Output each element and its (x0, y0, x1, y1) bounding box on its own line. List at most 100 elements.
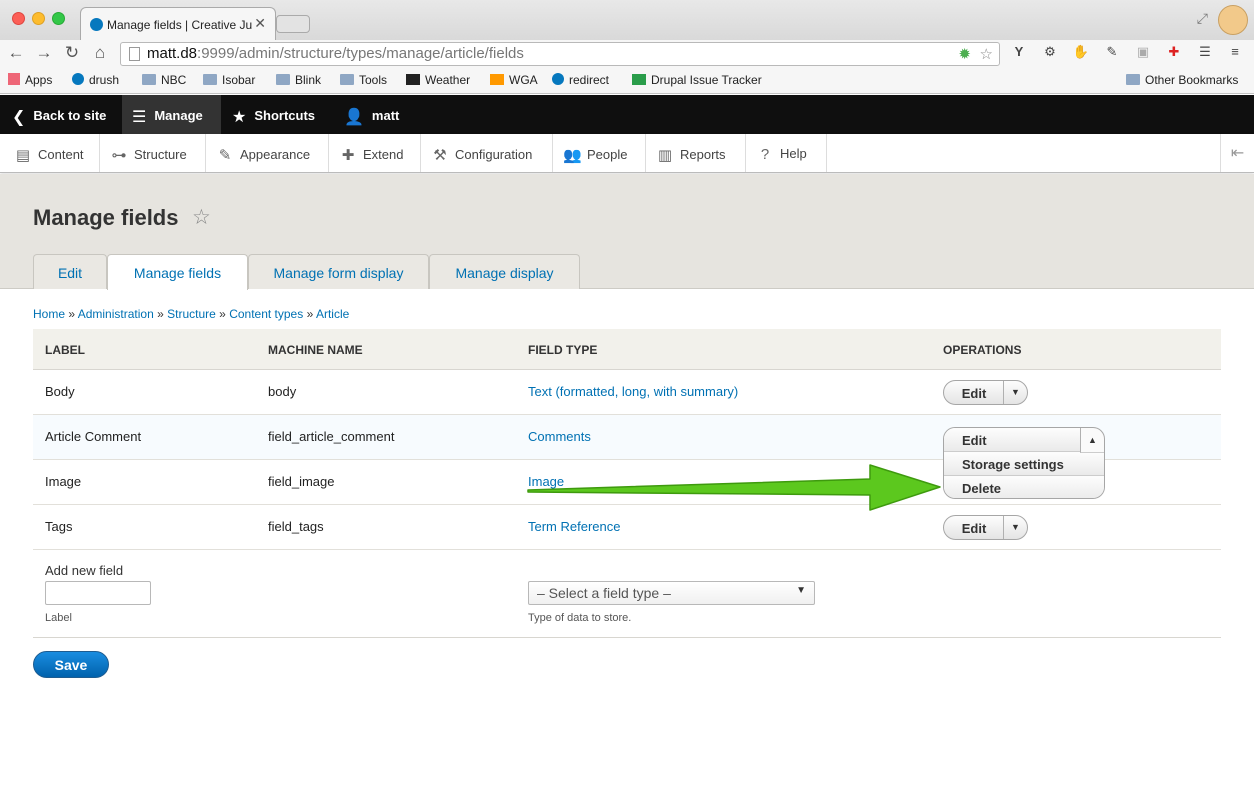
wrench-icon: ⚒ (433, 147, 447, 164)
menu-structure[interactable]: ⊶ Structure (100, 134, 206, 172)
admin-toolbar: ❮ Back to site ☰ Manage ★ Shortcuts 👤 matt (0, 95, 1254, 134)
menu-appearance[interactable]: ✎ Appearance (206, 134, 329, 172)
close-window-button[interactable] (12, 12, 25, 25)
browser-toolbar: ← → ↻ ⌂ matt.d8:9999/admin/structure/typ… (0, 40, 1254, 68)
field-type-link[interactable]: Text (formatted, long, with summary) (528, 384, 738, 399)
y-extension-icon[interactable]: Y (1010, 44, 1028, 62)
breadcrumb-administration[interactable]: Administration (78, 307, 154, 321)
home-icon[interactable]: ⌂ (90, 43, 110, 63)
bar-chart-icon: ▥ (657, 147, 673, 164)
shortcuts-tray-button[interactable]: ★ Shortcuts (232, 95, 315, 134)
bookmark-redirect[interactable]: redirect (552, 73, 609, 87)
minimize-window-button[interactable] (32, 12, 45, 25)
menu-configuration[interactable]: ⚒ Configuration (421, 134, 553, 172)
chrome-menu-icon[interactable]: ≡ (1226, 44, 1244, 62)
add-new-field-row: Add new field Label – Select a field typ… (33, 550, 1221, 638)
field-label: Tags (45, 519, 73, 534)
address-bar[interactable]: matt.d8:9999/admin/structure/types/manag… (120, 42, 1000, 66)
folder-icon (203, 74, 217, 85)
user-icon: 👤 (344, 109, 364, 126)
breadcrumb-home[interactable]: Home (33, 307, 65, 321)
maximize-window-button[interactable] (52, 12, 65, 25)
new-tab-button[interactable] (276, 15, 310, 33)
tab-close-icon[interactable]: ✕ (254, 15, 266, 32)
menu-extend[interactable]: ✚ Extend (329, 134, 421, 172)
breadcrumb-article[interactable]: Article (316, 307, 349, 321)
tab-edit[interactable]: Edit (33, 254, 107, 289)
menu-content[interactable]: ▤ Content (0, 134, 100, 172)
tab-manage-fields[interactable]: Manage fields (107, 254, 248, 290)
apps-grid-icon (8, 73, 20, 85)
admin-menu-tray: ▤ Content ⊶ Structure ✎ Appearance ✚ Extend … (0, 134, 1254, 173)
bookmark-weather[interactable]: Weather (406, 73, 470, 87)
back-circle-icon: ❮ (12, 109, 26, 126)
field-type-select[interactable]: – Select a field type – ▼ (528, 581, 815, 605)
browser-tab-active[interactable]: Manage fields | Creative Ju ✕ (80, 7, 276, 40)
menu-people[interactable]: 👥 People (553, 134, 646, 172)
bookmark-star-icon[interactable]: ☆ (980, 45, 993, 63)
field-machine-name: field_article_comment (268, 429, 395, 444)
dropdown-toggle-icon[interactable]: ▼ (1003, 381, 1027, 404)
stop-extension-icon[interactable]: ✋ (1072, 44, 1090, 62)
page-icon (129, 47, 140, 61)
label-description: Label (45, 612, 72, 624)
manage-tray-button[interactable]: ☰ Manage (122, 95, 221, 134)
paint-brush-icon: ✎ (218, 147, 232, 164)
bookmark-isobar[interactable]: Isobar (203, 73, 255, 87)
operations-dropbutton: Edit ▼ (943, 515, 1028, 540)
dropdown-toggle-icon[interactable]: ▼ (1003, 516, 1027, 539)
shortcut-star-icon[interactable]: ☆ (192, 205, 211, 230)
field-type-link[interactable]: Comments (528, 429, 591, 444)
back-arrow-icon[interactable]: ← (6, 43, 26, 63)
new-field-label-input[interactable] (45, 581, 151, 605)
bookmark-nbc[interactable]: NBC (142, 73, 186, 87)
breadcrumb-structure[interactable]: Structure (167, 307, 216, 321)
menu-reports[interactable]: ▥ Reports (646, 134, 746, 172)
select-arrow-icon: ▼ (796, 585, 806, 596)
edit-button[interactable]: Edit (944, 521, 1004, 536)
browser-titlebar: Manage fields | Creative Ju ✕ ⤢ (0, 0, 1254, 40)
field-label: Article Comment (45, 429, 142, 444)
drupal-favicon-icon (90, 18, 103, 31)
edit-button[interactable]: Edit (944, 386, 1004, 401)
weather-icon (406, 74, 420, 85)
edit-button[interactable]: Edit (944, 428, 1081, 452)
bookmark-blink[interactable]: Blink (276, 73, 321, 87)
menu-help[interactable]: ? Help (746, 134, 827, 172)
orientation-toggle-icon[interactable]: ⇤ (1220, 134, 1254, 172)
red-extension-icon[interactable]: ✚ (1165, 44, 1183, 62)
gear-extension-icon[interactable]: ⚙ (1041, 44, 1059, 62)
reload-icon[interactable]: ↻ (62, 43, 82, 63)
bookmark-drupal-issue-tracker[interactable]: Drupal Issue Tracker (632, 73, 762, 87)
file-icon: ▤ (15, 147, 31, 164)
bookmark-wga[interactable]: WGA (490, 73, 538, 87)
page-title: Manage fields (33, 205, 179, 230)
linkedin-extension-icon[interactable]: ▣ (1134, 44, 1152, 62)
save-button[interactable]: Save (33, 651, 109, 678)
filter-extension-icon[interactable]: ☰ (1196, 44, 1214, 62)
bookmark-drush[interactable]: drush (72, 73, 119, 87)
bookmark-tools[interactable]: Tools (340, 73, 387, 87)
url-path: :9999/admin/structure/types/manage/artic… (197, 45, 524, 62)
bookmark-apps[interactable]: Apps (8, 73, 52, 87)
storage-settings-button[interactable]: Storage settings (944, 452, 1104, 476)
forward-arrow-icon[interactable]: → (34, 43, 54, 63)
annotation-arrow (527, 464, 941, 511)
operations-dropbutton: Edit ▼ (943, 380, 1028, 405)
eyedropper-icon[interactable]: ✎ (1103, 44, 1121, 62)
spreadsheet-icon (632, 74, 646, 85)
other-bookmarks[interactable]: Other Bookmarks (1126, 73, 1238, 87)
help-icon: ? (760, 146, 770, 163)
field-type-description: Type of data to store. (528, 612, 632, 624)
tab-manage-form-display[interactable]: Manage form display (248, 254, 429, 289)
user-tray-button[interactable]: 👤 matt (344, 95, 399, 134)
dropdown-collapse-icon[interactable]: ▲ (1080, 428, 1104, 453)
fullscreen-icon[interactable]: ⤢ (1197, 10, 1208, 27)
breadcrumb-content-types[interactable]: Content types (229, 307, 303, 321)
delete-button[interactable]: Delete (944, 476, 1104, 498)
field-machine-name: field_tags (268, 519, 324, 534)
extension-bug-icon[interactable]: ✹ (958, 45, 971, 63)
tab-manage-display[interactable]: Manage display (429, 254, 580, 289)
back-to-site-link[interactable]: ❮ Back to site (12, 95, 106, 134)
profile-avatar[interactable] (1218, 5, 1248, 35)
